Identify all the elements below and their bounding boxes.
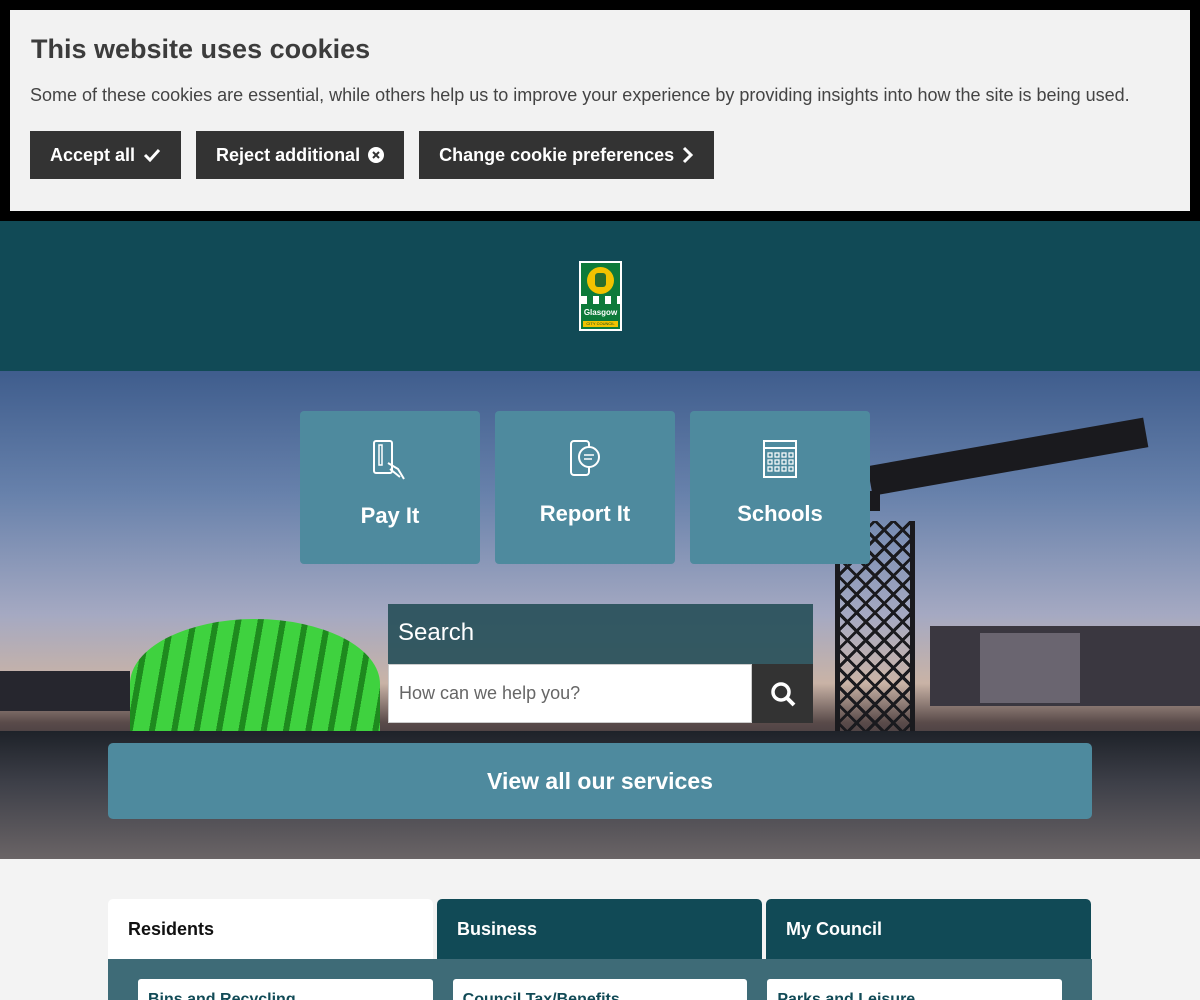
site-header: Glasgow CITY COUNCIL — [0, 221, 1200, 371]
view-all-services-button[interactable]: View all our services — [108, 743, 1092, 819]
checkmark-icon — [143, 148, 161, 162]
tab-my-council[interactable]: My Council — [766, 899, 1091, 959]
skyline-building — [980, 633, 1080, 703]
tab-panel: Bins and Recycling Council Tax/Benefits … — [108, 959, 1092, 1000]
pay-it-label: Pay It — [360, 503, 420, 528]
logo-subtitle: CITY COUNCIL — [583, 321, 618, 327]
report-it-label: Report It — [539, 501, 631, 526]
hero-banner: Pay It Report It Schools Search How can … — [0, 371, 1200, 859]
card-payment-icon — [373, 440, 405, 480]
cookie-title: This website uses cookies — [31, 34, 371, 64]
logo-check-band — [581, 296, 620, 304]
calendar-grid-icon — [763, 440, 797, 478]
service-card[interactable]: Bins and Recycling — [138, 979, 433, 1000]
search-button[interactable] — [752, 664, 813, 723]
glasgow-logo[interactable]: Glasgow CITY COUNCIL — [579, 261, 622, 331]
chevron-right-icon — [683, 146, 694, 164]
search-heading: Search — [388, 604, 813, 664]
tab-residents[interactable]: Residents — [108, 899, 433, 959]
cookie-actions: Accept all Reject additional Change cook… — [30, 131, 1170, 179]
reject-additional-button[interactable]: Reject additional — [196, 131, 405, 179]
accept-all-label: Accept all — [50, 144, 136, 165]
cookie-panel: This website uses cookies Some of these … — [10, 10, 1190, 211]
cookie-description: Some of these cookies are essential, whi… — [30, 85, 1130, 105]
change-cookie-preferences-button[interactable]: Change cookie preferences — [419, 131, 715, 179]
schools-tile[interactable]: Schools — [690, 411, 870, 564]
search-icon — [770, 681, 795, 706]
quick-links: Pay It Report It Schools — [300, 411, 870, 564]
crest-icon — [587, 267, 614, 294]
tab-business[interactable]: Business — [437, 899, 762, 959]
phone-chat-icon — [570, 440, 600, 476]
reject-additional-label: Reject additional — [216, 144, 361, 165]
search-row — [388, 664, 813, 723]
pay-it-tile[interactable]: Pay It — [300, 411, 480, 564]
search-box: Search — [388, 604, 813, 723]
close-circle-icon — [368, 147, 385, 163]
service-card[interactable]: Council Tax/Benefits — [452, 979, 748, 1000]
audience-tabs: Residents Business My Council — [108, 899, 1092, 959]
change-preferences-label: Change cookie preferences — [439, 144, 675, 165]
cookie-banner: This website uses cookies Some of these … — [0, 0, 1200, 221]
search-input[interactable] — [388, 664, 752, 723]
skyline-left — [0, 671, 130, 711]
crane-arm — [867, 417, 1149, 496]
logo-name: Glasgow — [583, 308, 618, 317]
accept-all-button[interactable]: Accept all — [30, 131, 182, 179]
service-cards: Bins and Recycling Council Tax/Benefits … — [108, 959, 1092, 1000]
armadillo-building — [130, 619, 380, 749]
report-it-tile[interactable]: Report It — [495, 411, 675, 564]
service-card[interactable]: Parks and Leisure — [767, 979, 1063, 1000]
schools-label: Schools — [737, 501, 823, 526]
